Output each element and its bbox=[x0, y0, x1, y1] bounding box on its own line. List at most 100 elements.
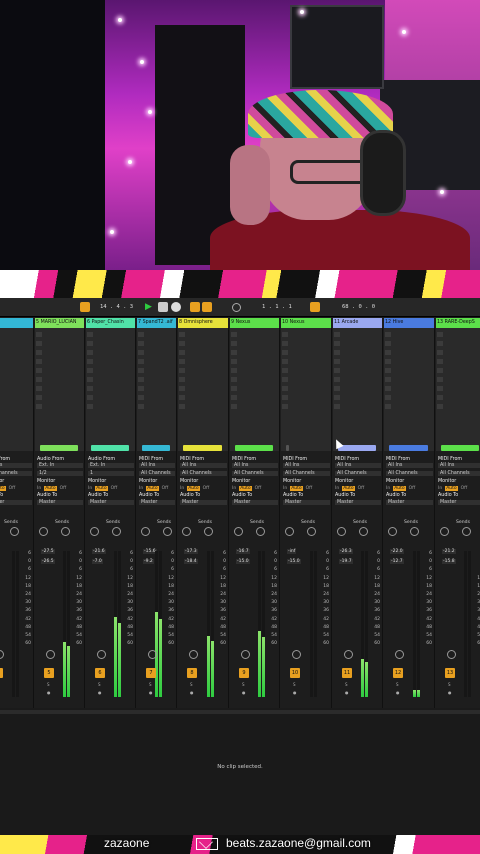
output-destination-select[interactable]: Master bbox=[0, 500, 32, 505]
monitor-auto-option[interactable]: Auto bbox=[239, 486, 252, 491]
clip-slot-stop-button[interactable] bbox=[282, 341, 288, 346]
clip-slot-stop-button[interactable] bbox=[36, 404, 42, 409]
track-title[interactable]: 12 Hive bbox=[384, 318, 435, 328]
arm-button[interactable]: ● bbox=[396, 690, 400, 695]
monitor-auto-option[interactable]: Auto bbox=[342, 486, 355, 491]
clip-slot-stop-button[interactable] bbox=[87, 386, 93, 391]
send-b-knob[interactable] bbox=[61, 527, 70, 536]
track-volume-readout[interactable]: -27.5 bbox=[41, 549, 55, 554]
output-destination-select[interactable]: Master bbox=[283, 500, 330, 505]
tempo-display[interactable]: 14 . 4 . 3 bbox=[100, 302, 133, 312]
monitor-auto-option[interactable]: Auto bbox=[146, 486, 159, 491]
clip-slot-stop-button[interactable] bbox=[334, 368, 340, 373]
clip-launch-bar[interactable] bbox=[142, 445, 170, 451]
input-source-select[interactable]: Ext. In bbox=[37, 463, 83, 468]
clip-launch-bar[interactable] bbox=[338, 445, 376, 451]
clip-slot-stop-button[interactable] bbox=[179, 377, 185, 382]
input-source-select[interactable]: Ext. In bbox=[88, 463, 134, 468]
metronome-icon[interactable] bbox=[232, 303, 241, 312]
clip-slot-stop-button[interactable] bbox=[385, 368, 391, 373]
input-channel-select[interactable]: All Channels bbox=[335, 471, 381, 476]
send-b-knob[interactable] bbox=[256, 527, 265, 536]
track-title[interactable]: 9 Nexus bbox=[230, 318, 280, 328]
clip-slot-stop-button[interactable] bbox=[231, 350, 237, 355]
output-destination-select[interactable]: Master bbox=[335, 500, 381, 505]
clip-slot-stop-button[interactable] bbox=[437, 341, 443, 346]
track-volume-readout[interactable]: -16.7 bbox=[236, 549, 250, 554]
monitor-off-option[interactable]: Off bbox=[162, 486, 169, 491]
clip-slot-stop-button[interactable] bbox=[138, 350, 144, 355]
monitor-selector[interactable]: InAutoOff bbox=[283, 486, 315, 491]
clip-slot-stop-button[interactable] bbox=[179, 368, 185, 373]
monitor-in-option[interactable]: In bbox=[180, 486, 184, 491]
arm-button[interactable]: ● bbox=[293, 690, 297, 695]
track-title[interactable]: 7 SpandT2 .aif bbox=[137, 318, 177, 328]
solo-button[interactable]: S bbox=[396, 682, 399, 687]
clip-slot-stop-button[interactable] bbox=[138, 404, 144, 409]
monitor-in-option[interactable]: In bbox=[139, 486, 143, 491]
position-display[interactable]: 1 . 1 . 1 bbox=[262, 302, 292, 312]
monitor-in-option[interactable]: In bbox=[283, 486, 287, 491]
monitor-in-option[interactable]: In bbox=[232, 486, 236, 491]
clip-slot-stop-button[interactable] bbox=[437, 386, 443, 391]
solo-button[interactable]: S bbox=[293, 682, 296, 687]
send-b-knob[interactable] bbox=[359, 527, 368, 536]
pan-knob[interactable] bbox=[46, 650, 55, 659]
monitor-off-option[interactable]: Off bbox=[409, 486, 416, 491]
track-title[interactable]: utal1 bbox=[0, 318, 34, 328]
track-title[interactable]: 8 Omnisphere bbox=[178, 318, 229, 328]
monitor-in-option[interactable]: In bbox=[438, 486, 442, 491]
clip-slot-stop-button[interactable] bbox=[385, 395, 391, 400]
overdub-button[interactable] bbox=[190, 302, 200, 312]
track-activator-button[interactable]: 9 bbox=[239, 668, 249, 678]
input-channel-select[interactable]: All Channels bbox=[438, 471, 480, 476]
monitor-in-option[interactable]: In bbox=[335, 486, 339, 491]
input-source-select[interactable]: All Ins bbox=[180, 463, 227, 468]
output-destination-select[interactable]: Master bbox=[232, 500, 278, 505]
clip-slot-stop-button[interactable] bbox=[36, 341, 42, 346]
pan-knob[interactable] bbox=[241, 650, 250, 659]
clip-slot-stop-button[interactable] bbox=[385, 359, 391, 364]
record-button[interactable] bbox=[171, 302, 181, 312]
send-a-knob[interactable] bbox=[440, 527, 449, 536]
clip-slot-stop-button[interactable] bbox=[231, 404, 237, 409]
output-destination-select[interactable]: Master bbox=[88, 500, 134, 505]
clip-slot-stop-button[interactable] bbox=[282, 332, 288, 337]
clip-slot-stop-button[interactable] bbox=[36, 350, 42, 355]
clip-slot-stop-button[interactable] bbox=[87, 395, 93, 400]
input-channel-select[interactable]: All Channels bbox=[139, 471, 175, 476]
solo-button[interactable]: S bbox=[47, 682, 50, 687]
pan-knob[interactable] bbox=[189, 650, 198, 659]
arm-button[interactable]: ● bbox=[242, 690, 246, 695]
clip-slot-stop-button[interactable] bbox=[36, 359, 42, 364]
monitor-off-option[interactable]: Off bbox=[358, 486, 365, 491]
monitor-selector[interactable]: InAutoOff bbox=[139, 486, 171, 491]
monitor-in-option[interactable]: In bbox=[37, 486, 41, 491]
clip-slot-stop-button[interactable] bbox=[87, 404, 93, 409]
monitor-off-option[interactable]: Off bbox=[255, 486, 262, 491]
solo-button[interactable]: S bbox=[149, 682, 152, 687]
input-channel-select[interactable]: 1 bbox=[88, 471, 134, 476]
clip-slot-stop-button[interactable] bbox=[385, 386, 391, 391]
solo-button[interactable]: S bbox=[242, 682, 245, 687]
track-volume-readout[interactable]: -26.3 bbox=[339, 549, 353, 554]
monitor-off-option[interactable]: Off bbox=[461, 486, 468, 491]
send-b-knob[interactable] bbox=[307, 527, 316, 536]
clip-slot-stop-button[interactable] bbox=[231, 368, 237, 373]
play-icon[interactable]: ▶ bbox=[145, 302, 155, 312]
monitor-off-option[interactable]: Off bbox=[60, 486, 67, 491]
track-activator-button[interactable]: 5 bbox=[44, 668, 54, 678]
clip-slot-stop-button[interactable] bbox=[282, 386, 288, 391]
clip-slot-stop-button[interactable] bbox=[385, 404, 391, 409]
clip-launch-bar[interactable] bbox=[235, 445, 273, 451]
clip-slot-stop-button[interactable] bbox=[138, 341, 144, 346]
clip-launch-bar[interactable] bbox=[286, 445, 289, 451]
clip-launch-bar[interactable] bbox=[40, 445, 78, 451]
output-destination-select[interactable]: Master bbox=[180, 500, 227, 505]
send-a-knob[interactable] bbox=[234, 527, 243, 536]
clip-slot-stop-button[interactable] bbox=[179, 341, 185, 346]
send-a-knob[interactable] bbox=[337, 527, 346, 536]
input-source-select[interactable]: All Ins bbox=[386, 463, 433, 468]
clip-slot-stop-button[interactable] bbox=[231, 377, 237, 382]
clip-slot-stop-button[interactable] bbox=[36, 377, 42, 382]
